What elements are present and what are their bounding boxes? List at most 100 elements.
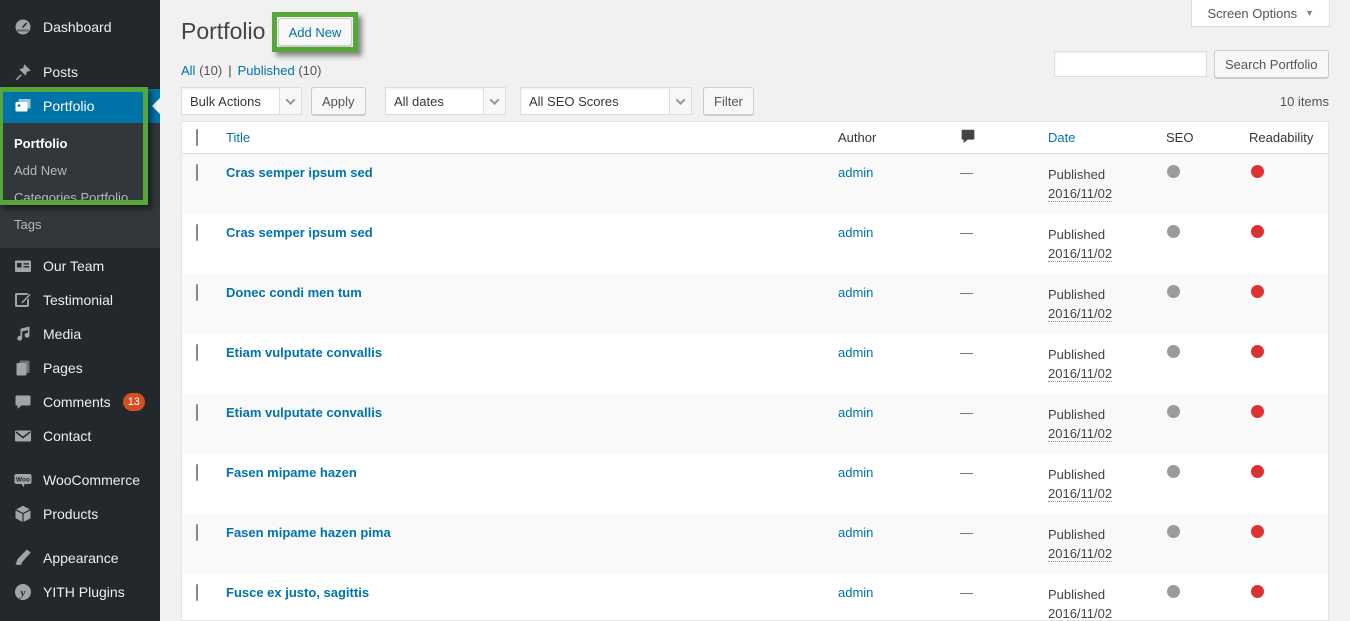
paintbrush-icon bbox=[13, 548, 33, 568]
author-link[interactable]: admin bbox=[838, 465, 873, 480]
view-filter-links: All (10)|Published (10) bbox=[181, 63, 321, 78]
svg-text:y: y bbox=[19, 587, 26, 599]
sidebar-item-woocommerce[interactable]: Woo WooCommerce bbox=[0, 463, 160, 497]
apply-button[interactable]: Apply bbox=[311, 87, 366, 115]
row-checkbox[interactable] bbox=[196, 524, 198, 541]
post-title-link[interactable]: Cras semper ipsum sed bbox=[226, 165, 373, 180]
seo-filter-label: All SEO Scores bbox=[521, 94, 669, 109]
add-new-button[interactable]: Add New bbox=[278, 18, 353, 46]
pages-icon bbox=[13, 358, 33, 378]
sidebar-item-dashboard[interactable]: Dashboard bbox=[0, 10, 160, 44]
submenu-label: Portfolio bbox=[14, 136, 67, 151]
select-all-checkbox[interactable] bbox=[196, 129, 198, 146]
author-link[interactable]: admin bbox=[838, 225, 873, 240]
view-published-link[interactable]: Published (10) bbox=[238, 63, 322, 78]
screen-options-tab[interactable]: Screen Options ▼ bbox=[1191, 0, 1330, 27]
post-status: Published bbox=[1048, 405, 1160, 424]
author-link[interactable]: admin bbox=[838, 405, 873, 420]
envelope-icon bbox=[13, 426, 33, 446]
pushpin-icon bbox=[13, 62, 33, 82]
post-title-link[interactable]: Donec condi men tum bbox=[226, 285, 362, 300]
no-comments-dash: — bbox=[956, 345, 973, 360]
sort-by-date-link[interactable]: Date bbox=[1048, 130, 1075, 145]
no-comments-dash: — bbox=[956, 465, 973, 480]
submenu-item-categories-portfolio[interactable]: Categories Portfolio bbox=[0, 184, 160, 211]
readability-dot bbox=[1251, 525, 1264, 538]
post-title-link[interactable]: Cras semper ipsum sed bbox=[226, 225, 373, 240]
row-checkbox[interactable] bbox=[196, 344, 198, 361]
sidebar-item-our-team[interactable]: Our Team bbox=[0, 249, 160, 283]
current-menu-arrow bbox=[152, 98, 160, 114]
no-comments-dash: — bbox=[956, 585, 973, 600]
sort-by-title-link[interactable]: Title bbox=[226, 130, 250, 145]
filter-button[interactable]: Filter bbox=[703, 87, 754, 115]
id-card-icon bbox=[13, 256, 33, 276]
row-checkbox[interactable] bbox=[196, 284, 198, 301]
sidebar-item-label: Contact bbox=[43, 428, 91, 444]
author-link[interactable]: admin bbox=[838, 165, 873, 180]
post-title-link[interactable]: Etiam vulputate convallis bbox=[226, 405, 382, 420]
items-count: 10 items bbox=[1280, 94, 1329, 109]
sidebar-item-contact[interactable]: Contact bbox=[0, 419, 160, 453]
sidebar-item-yith-plugins[interactable]: y YITH Plugins bbox=[0, 575, 160, 609]
readability-dot bbox=[1251, 165, 1264, 178]
sidebar-item-testimonial[interactable]: Testimonial bbox=[0, 283, 160, 317]
sidebar-item-label: Portfolio bbox=[43, 98, 94, 114]
view-all-link[interactable]: All (10) bbox=[181, 63, 222, 78]
sidebar-item-label: Testimonial bbox=[43, 292, 113, 308]
bulk-actions-select[interactable]: Bulk Actions bbox=[181, 87, 302, 115]
table-row: Fasen mipame hazen pima admin — Publishe… bbox=[182, 514, 1328, 574]
search-portfolio-button[interactable]: Search Portfolio bbox=[1214, 50, 1329, 78]
sidebar-item-portfolio[interactable]: Portfolio bbox=[0, 89, 160, 123]
sidebar-item-label: Posts bbox=[43, 64, 78, 80]
post-status: Published bbox=[1048, 225, 1160, 244]
sidebar-item-label: Appearance bbox=[43, 550, 119, 566]
post-title-link[interactable]: Fasen mipame hazen bbox=[226, 465, 357, 480]
author-link[interactable]: admin bbox=[838, 525, 873, 540]
author-link[interactable]: admin bbox=[838, 345, 873, 360]
no-comments-dash: — bbox=[956, 285, 973, 300]
seo-filter-select[interactable]: All SEO Scores bbox=[520, 87, 692, 115]
row-checkbox[interactable] bbox=[196, 584, 198, 601]
portfolio-submenu: Portfolio Add New Categories Portfolio T… bbox=[0, 123, 160, 248]
post-title-link[interactable]: Fusce ex justo, sagittis bbox=[226, 585, 369, 600]
row-checkbox[interactable] bbox=[196, 464, 198, 481]
sidebar-item-media[interactable]: Media bbox=[0, 317, 160, 351]
sidebar-item-posts[interactable]: Posts bbox=[0, 55, 160, 89]
submenu-item-tags[interactable]: Tags bbox=[0, 211, 160, 238]
sidebar-item-label: Dashboard bbox=[43, 19, 112, 35]
sidebar-item-appearance[interactable]: Appearance bbox=[0, 541, 160, 575]
edit-page-icon bbox=[13, 290, 33, 310]
readability-dot bbox=[1251, 585, 1264, 598]
row-checkbox[interactable] bbox=[196, 224, 198, 241]
table-header-row: Title Author Date SEO Readability bbox=[182, 122, 1328, 154]
no-comments-dash: — bbox=[956, 225, 973, 240]
date-filter-select[interactable]: All dates bbox=[385, 87, 506, 115]
submenu-item-add-new[interactable]: Add New bbox=[0, 157, 160, 184]
author-link[interactable]: admin bbox=[838, 585, 873, 600]
table-row: Cras semper ipsum sed admin — Published … bbox=[182, 154, 1328, 214]
post-date: 2016/11/02 bbox=[1048, 606, 1112, 621]
seo-dot bbox=[1167, 525, 1180, 538]
post-title-link[interactable]: Fasen mipame hazen pima bbox=[226, 525, 391, 540]
select-caret bbox=[669, 88, 691, 114]
view-all-count: (10) bbox=[199, 63, 222, 78]
sidebar-item-products[interactable]: Products bbox=[0, 497, 160, 531]
sidebar-item-label: WooCommerce bbox=[43, 472, 140, 488]
submenu-label: Categories Portfolio bbox=[14, 190, 128, 205]
sidebar-item-label: Pages bbox=[43, 360, 83, 376]
sidebar-item-pages[interactable]: Pages bbox=[0, 351, 160, 385]
row-checkbox[interactable] bbox=[196, 164, 198, 181]
sidebar-item-label: YITH Plugins bbox=[43, 584, 125, 600]
seo-dot bbox=[1167, 165, 1180, 178]
seo-column-header: SEO bbox=[1166, 130, 1193, 145]
author-link[interactable]: admin bbox=[838, 285, 873, 300]
post-title-link[interactable]: Etiam vulputate convallis bbox=[226, 345, 382, 360]
row-checkbox[interactable] bbox=[196, 404, 198, 421]
sidebar-item-comments[interactable]: Comments 13 bbox=[0, 385, 160, 419]
yith-icon: y bbox=[13, 582, 33, 602]
submenu-item-portfolio[interactable]: Portfolio bbox=[0, 130, 160, 157]
post-date: 2016/11/02 bbox=[1048, 426, 1112, 442]
readability-column-header: Readability bbox=[1249, 130, 1313, 145]
search-input[interactable] bbox=[1054, 51, 1207, 77]
